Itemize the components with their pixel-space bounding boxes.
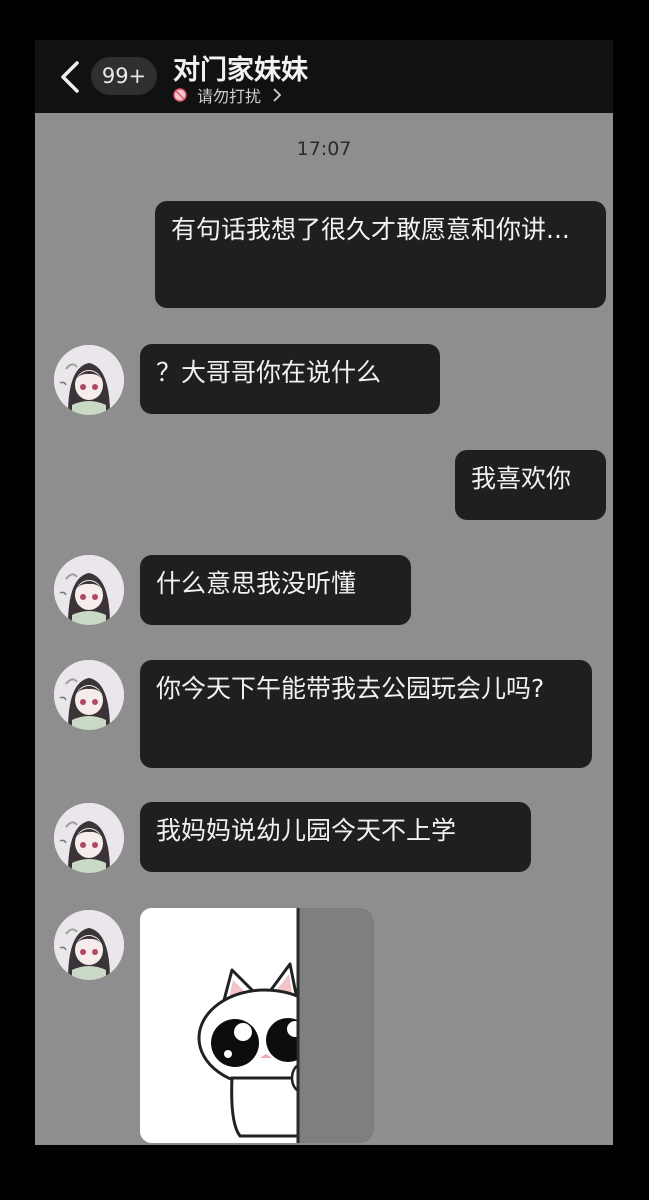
incoming-message-bubble[interactable]: 我妈妈说幼儿园今天不上学 (140, 802, 531, 872)
do-not-disturb-icon (173, 88, 187, 102)
anime-girl-avatar-icon (54, 555, 124, 625)
outgoing-message-bubble[interactable]: 有句话我想了很久才敢愿意和你讲... (155, 201, 606, 308)
contact-avatar[interactable] (54, 910, 124, 980)
incoming-message-bubble[interactable]: 你今天下午能带我去公园玩会儿吗? (140, 660, 592, 768)
contact-avatar[interactable] (54, 660, 124, 730)
anime-girl-avatar-icon (54, 910, 124, 980)
chat-header: 99+ 对门家妹妹 请勿打扰 (35, 40, 613, 113)
back-arrow-icon[interactable] (57, 60, 85, 94)
anime-girl-avatar-icon (54, 803, 124, 873)
incoming-message-bubble[interactable]: ？大哥哥你在说什么 (140, 344, 440, 414)
contact-name[interactable]: 对门家妹妹 (173, 48, 308, 87)
chat-window: 99+ 对门家妹妹 请勿打扰 17:07 有句话我想了很久才敢愿意和你讲... (35, 40, 613, 1145)
message-timestamp: 17:07 (296, 138, 352, 160)
anime-girl-avatar-icon (54, 660, 124, 730)
contact-avatar[interactable] (54, 345, 124, 415)
do-not-disturb-status[interactable]: 请勿打扰 (173, 84, 283, 106)
anime-girl-avatar-icon (54, 345, 124, 415)
do-not-disturb-label: 请勿打扰 (197, 87, 262, 106)
sticker-message[interactable] (140, 908, 374, 1143)
unread-count-badge[interactable]: 99+ (91, 57, 157, 95)
contact-avatar[interactable] (54, 555, 124, 625)
peeking-cat-sticker-icon (140, 908, 374, 1143)
outgoing-message-bubble[interactable]: 我喜欢你 (455, 450, 606, 520)
contact-avatar[interactable] (54, 803, 124, 873)
incoming-message-bubble[interactable]: 什么意思我没听懂 (140, 555, 411, 625)
chevron-right-icon (273, 88, 282, 102)
